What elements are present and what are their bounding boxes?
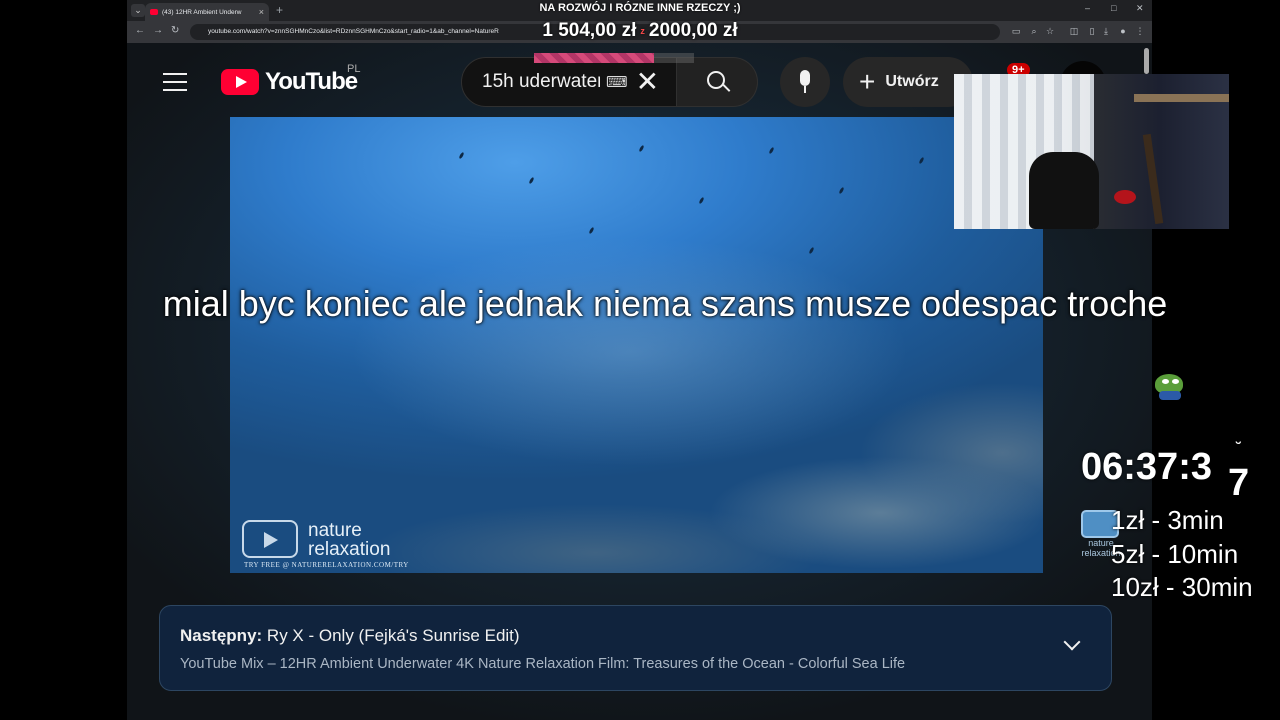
play-logo-icon [242,520,298,558]
price-tier-3: 10zł - 30min [1111,572,1253,602]
price-tier-1: 1zł - 3min [1111,505,1224,535]
country-code: PL [347,63,361,75]
pepe-eye [1172,379,1179,384]
fish [588,226,595,235]
youtube-logo[interactable]: YouTube PL [221,63,360,96]
gaming-chair [1029,152,1099,229]
fish [808,246,815,255]
scrollbar[interactable] [1144,48,1149,74]
search-icon [707,71,725,89]
pepe-body [1159,391,1181,400]
stream-caption: mial byc koniec ale jednak niema szans m… [162,283,1168,324]
youtube-wordmark: YouTube [265,68,358,95]
fish [768,146,775,155]
clear-search-icon[interactable]: ✕ [636,68,659,96]
video-player[interactable]: nature relaxation TRY FREE @ NATURERELAX… [230,117,1043,573]
plus-icon: + [859,66,876,97]
goal-target: 2000,00 zł [648,20,738,41]
next-subtitle: YouTube Mix – 12HR Ambient Underwater 4K… [180,656,906,672]
guitar [1142,133,1164,225]
search-button[interactable] [677,57,758,107]
stream-screen: ⌄ (43) 12HR Ambient Underw × + – □ ✕ ← →… [0,0,1280,720]
pepe-emote-icon [1153,374,1185,400]
fish [638,144,645,153]
price-tier-2: 5zł - 10min [1111,539,1239,569]
next-prefix: Następny: [180,626,263,645]
next-label: Następny: Ry X - Only (Fejká's Sunrise E… [180,626,520,646]
youtube-play-icon [221,69,259,95]
up-next-panel[interactable]: Następny: Ry X - Only (Fejká's Sunrise E… [159,605,1112,691]
subathon-timer: 06:37:3 [1081,446,1212,488]
fish [458,151,465,160]
mic-icon [800,70,810,86]
keyboard-icon[interactable]: ⌨ [606,73,628,91]
search-box[interactable]: 15h uderwater ⌨ ✕ [461,57,677,107]
donation-goal: 1 504,00 zł z 2000,00 zł [0,20,1280,42]
mic-stand [804,86,806,93]
watermark-line2: relaxation [308,539,391,560]
create-label: Utwórz [885,73,939,90]
timer-digit-tick: ˘ [1236,440,1242,457]
menu-icon[interactable] [163,73,187,91]
voice-search-button[interactable] [780,57,830,107]
webcam-overlay [954,74,1229,229]
watermark-sub: TRY FREE @ NATURERELAXATION.COM/TRY [244,561,409,569]
red-object [1114,190,1136,204]
pepe-eye [1162,379,1169,384]
shelf [1134,94,1229,102]
fish [918,156,925,165]
fish [838,186,845,195]
goal-separator: z [640,25,645,36]
search-input[interactable]: 15h uderwater [482,71,600,93]
fish [528,176,535,185]
search-icon-handle [722,84,731,92]
next-title: Ry X - Only (Fejká's Sunrise Edit) [266,626,520,645]
goal-progress-bar [534,53,694,63]
goal-progress-fill [534,53,655,63]
chevron-down-icon[interactable] [1063,633,1081,651]
goal-current: 1 504,00 zł [542,20,637,41]
timer-falling-digit: 7 [1228,462,1250,504]
fish [698,196,705,205]
nature-relaxation-watermark: nature relaxation TRY FREE @ NATURERELAX… [242,520,427,570]
stream-title: NA ROZWÓJ I RÓZNE INNE RZECZY ;) [539,2,741,14]
